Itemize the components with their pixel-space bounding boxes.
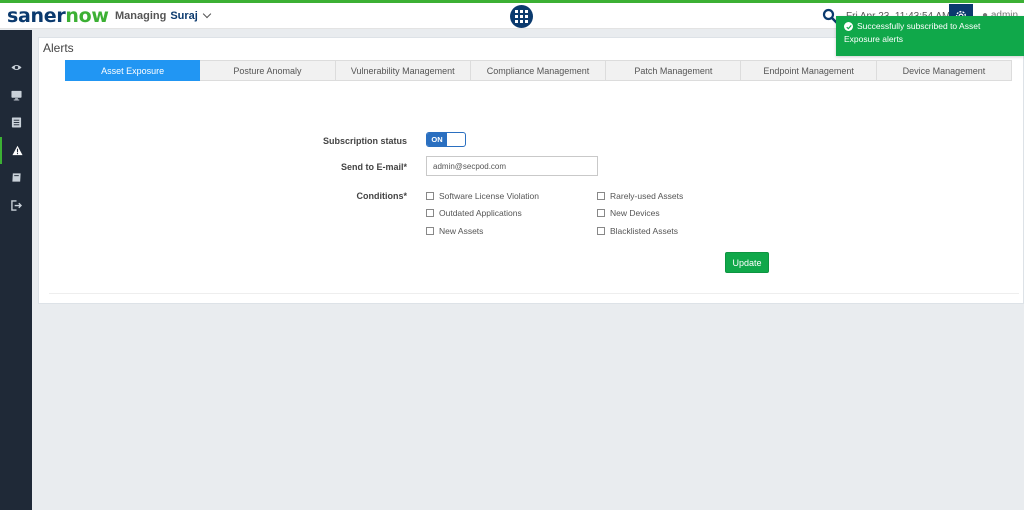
checkbox[interactable] <box>426 192 434 200</box>
toast-message-line1: Successfully subscribed to Asset <box>857 21 981 31</box>
sidebar-item-reports[interactable] <box>0 109 32 137</box>
condition-rarely-used-assets[interactable]: Rarely-used Assets <box>597 191 683 201</box>
sidebar <box>0 30 32 510</box>
chevron-down-icon <box>202 9 212 19</box>
checkbox[interactable] <box>597 209 605 217</box>
condition-label: Software License Violation <box>439 191 540 201</box>
success-toast[interactable]: Successfully subscribed to Asset Exposur… <box>836 16 1024 56</box>
email-field[interactable] <box>426 156 598 176</box>
alert-category-tabs: Asset Exposure Posture Anomaly Vulnerabi… <box>65 60 1013 81</box>
account-switcher[interactable]: Managing Suraj <box>115 9 212 23</box>
conditions-label: Conditions* <box>356 191 408 201</box>
logout-icon <box>10 199 22 211</box>
managing-label: Managing <box>115 10 167 22</box>
panel-divider <box>49 293 1019 294</box>
update-button[interactable]: Update <box>725 252 769 273</box>
brand-logo[interactable]: sanernow <box>7 4 109 28</box>
checkbox[interactable] <box>597 227 605 235</box>
checkbox[interactable] <box>597 192 605 200</box>
report-icon <box>11 117 21 128</box>
logo-text-saner: saner <box>7 5 66 27</box>
warning-icon <box>11 145 23 155</box>
condition-label: Outdated Applications <box>439 208 522 218</box>
condition-label: New Devices <box>610 208 660 218</box>
checkbox[interactable] <box>426 227 434 235</box>
book-icon <box>11 173 21 182</box>
eye-icon <box>10 65 22 71</box>
condition-label: Blacklisted Assets <box>610 226 679 236</box>
email-label: Send to E-mail* <box>340 162 407 172</box>
condition-new-devices[interactable]: New Devices <box>597 208 660 218</box>
grid-icon[interactable] <box>510 5 533 28</box>
logo-text-now: now <box>65 5 109 27</box>
condition-outdated-applications[interactable]: Outdated Applications <box>426 208 522 218</box>
condition-software-license-violation[interactable]: Software License Violation <box>426 191 539 201</box>
tab-endpoint-management[interactable]: Endpoint Management <box>741 60 877 81</box>
checkbox[interactable] <box>426 209 434 217</box>
tab-patch-management[interactable]: Patch Management <box>606 60 742 81</box>
page-title: Alerts <box>43 41 74 55</box>
condition-label: New Assets <box>439 226 484 236</box>
alerts-panel: Alerts Asset Exposure Posture Anomaly Vu… <box>38 37 1024 304</box>
sidebar-item-docs[interactable] <box>0 164 32 192</box>
sidebar-item-overview[interactable] <box>0 54 32 82</box>
tab-vulnerability-management[interactable]: Vulnerability Management <box>335 60 471 81</box>
tab-asset-exposure[interactable]: Asset Exposure <box>65 60 201 81</box>
tab-device-management[interactable]: Device Management <box>876 60 1013 81</box>
toast-message-line2: Exposure alerts <box>844 34 904 44</box>
sidebar-item-alerts[interactable] <box>0 136 32 164</box>
tab-posture-anomaly[interactable]: Posture Anomaly <box>200 60 336 81</box>
condition-new-assets[interactable]: New Assets <box>426 226 483 236</box>
condition-label: Rarely-used Assets <box>610 191 684 201</box>
condition-blacklisted-assets[interactable]: Blacklisted Assets <box>597 226 678 236</box>
check-circle-icon <box>844 22 853 31</box>
subscription-toggle[interactable]: ON <box>426 132 466 147</box>
monitor-icon <box>10 90 22 101</box>
sidebar-item-logout[interactable] <box>0 192 32 220</box>
toggle-on-label: ON <box>427 133 447 146</box>
subscription-status-label: Subscription status <box>322 136 407 146</box>
sidebar-item-devices[interactable] <box>0 82 32 110</box>
tab-compliance-management[interactable]: Compliance Management <box>470 60 607 81</box>
account-name: Suraj <box>170 10 198 22</box>
